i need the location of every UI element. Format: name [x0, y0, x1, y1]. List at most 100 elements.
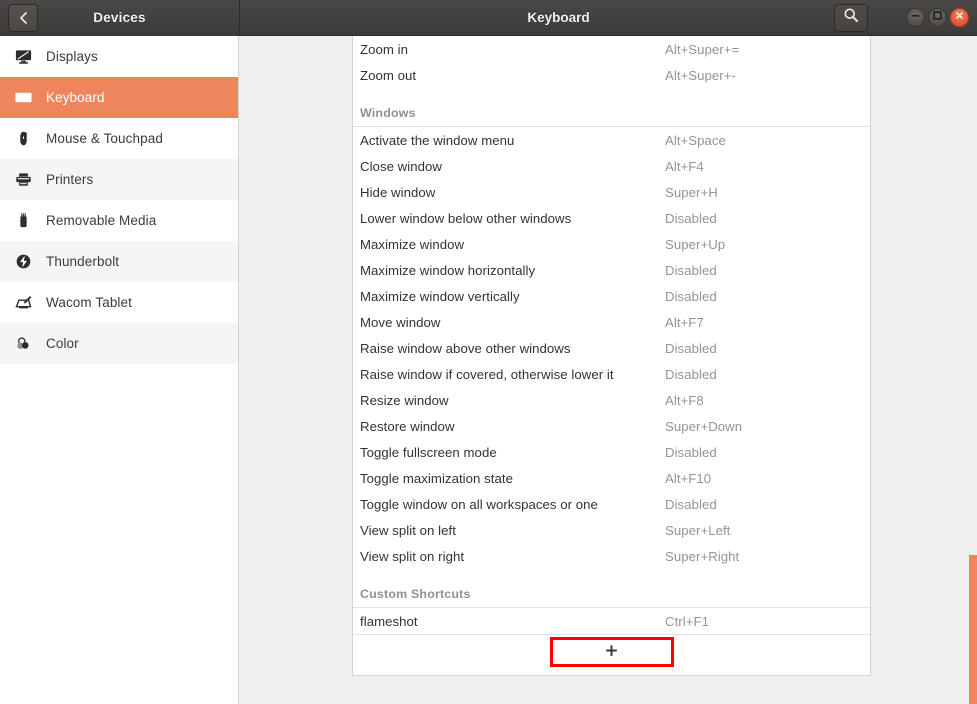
shortcut-row[interactable]: Lower window below other windows Disabled — [353, 205, 870, 231]
keyboard-settings-window: Devices Keyboard Displays Keyboard Mouse… — [0, 0, 977, 704]
sidebar-item-printers[interactable]: Printers — [0, 159, 238, 200]
color-icon — [14, 332, 40, 354]
shortcut-row[interactable]: Toggle fullscreen mode Disabled — [353, 439, 870, 465]
shortcut-name: Close window — [360, 158, 442, 174]
shortcut-accelerator: Disabled — [665, 340, 717, 356]
shortcut-name: Toggle window on all workspaces or one — [360, 496, 598, 512]
shortcut-row[interactable]: Raise window above other windows Disabled — [353, 335, 870, 361]
shortcut-accelerator: Disabled — [665, 262, 717, 278]
shortcut-row[interactable]: Maximize window Super+Up — [353, 231, 870, 257]
minimize-icon — [910, 8, 921, 26]
sidebar-item-thunderbolt[interactable]: Thunderbolt — [0, 241, 238, 282]
shortcut-name: Toggle fullscreen mode — [360, 444, 497, 460]
shortcut-row[interactable]: Maximize window vertically Disabled — [353, 283, 870, 309]
shortcut-name: Resize window — [360, 392, 449, 408]
shortcut-row[interactable]: Move window Alt+F7 — [353, 309, 870, 335]
shortcut-row[interactable]: View split on right Super+Right — [353, 543, 870, 569]
window-titlebar: Devices Keyboard — [0, 0, 977, 36]
sidebar-item-label: Thunderbolt — [46, 253, 120, 269]
shortcut-row[interactable]: Activate the window menu Alt+Space — [353, 127, 870, 153]
shortcut-name: Lower window below other windows — [360, 210, 572, 226]
devices-sidebar: Displays Keyboard Mouse & Touchpad Printers… — [0, 36, 239, 704]
shortcut-row[interactable]: Resize window Alt+F8 — [353, 387, 870, 413]
shortcut-name: Raise window above other windows — [360, 340, 571, 356]
shortcut-accelerator: Alt+F10 — [665, 470, 712, 486]
sidebar-item-wacom-tablet[interactable]: Wacom Tablet — [0, 282, 238, 323]
sidebar-item-label: Printers — [46, 171, 94, 187]
sidebar-item-mouse-touchpad[interactable]: Mouse & Touchpad — [0, 118, 238, 159]
shortcut-accelerator: Disabled — [665, 366, 717, 382]
shortcut-row[interactable]: Zoom in Alt+Super+= — [353, 36, 870, 62]
shortcut-accelerator: Alt+Super+= — [665, 41, 740, 57]
shortcut-accelerator: Super+Down — [665, 418, 743, 434]
search-button[interactable] — [834, 3, 868, 32]
sidebar-item-label: Keyboard — [46, 89, 105, 105]
shortcut-accelerator: Alt+Space — [665, 132, 726, 148]
shortcut-accelerator: Super+Right — [665, 548, 740, 564]
display-icon — [14, 45, 40, 67]
shortcut-row[interactable]: Hide window Super+H — [353, 179, 870, 205]
section-header: Custom Shortcuts — [360, 587, 471, 601]
shortcut-name: Toggle maximization state — [360, 470, 513, 486]
shortcuts-rows: Zoom in Alt+Super+= Zoom out Alt+Super+- Win… — [353, 36, 870, 634]
shortcut-name: Restore window — [360, 418, 455, 434]
shortcut-name: Activate the window menu — [360, 132, 515, 148]
shortcut-accelerator: Disabled — [665, 444, 717, 460]
shortcut-name: View split on right — [360, 548, 465, 564]
chevron-left-icon — [18, 11, 29, 25]
shortcut-name: Move window — [360, 314, 441, 330]
shortcut-row[interactable]: Toggle window on all workspaces or one Di… — [353, 491, 870, 517]
shortcut-accelerator: Disabled — [665, 496, 717, 512]
shortcut-row[interactable]: Raise window if covered, otherwise lower… — [353, 361, 870, 387]
content-area: Zoom in Alt+Super+= Zoom out Alt+Super+- Win… — [239, 36, 977, 704]
shortcut-name: Maximize window — [360, 236, 465, 252]
shortcut-name: Zoom out — [360, 67, 417, 83]
wacom-tablet-icon — [14, 291, 40, 313]
shortcut-accelerator: Alt+Super+- — [665, 67, 736, 83]
add-shortcut-row: + — [353, 635, 870, 669]
minimize-button[interactable] — [906, 7, 925, 27]
sidebar-item-displays[interactable]: Displays — [0, 36, 238, 77]
shortcut-accelerator: Alt+F7 — [665, 314, 704, 330]
titlebar-right-pane: Keyboard — [240, 0, 977, 36]
shortcut-accelerator: Alt+F4 — [665, 158, 704, 174]
shortcut-row[interactable]: flameshot Ctrl+F1 — [353, 608, 870, 634]
shortcut-name: Zoom in — [360, 41, 408, 57]
keyboard-icon — [14, 86, 40, 108]
printer-icon — [14, 168, 40, 190]
close-button[interactable] — [950, 7, 969, 27]
shortcut-name: Maximize window vertically — [360, 288, 520, 304]
sidebar-item-label: Mouse & Touchpad — [46, 130, 163, 146]
thunderbolt-icon — [14, 250, 40, 272]
sidebar-item-color[interactable]: Color — [0, 323, 238, 364]
sidebar-item-label: Displays — [46, 48, 98, 64]
shortcut-name: flameshot — [360, 613, 418, 629]
shortcut-row[interactable]: Close window Alt+F4 — [353, 153, 870, 179]
search-icon — [843, 7, 859, 28]
usb-drive-icon — [14, 209, 40, 231]
shortcut-accelerator: Disabled — [665, 288, 717, 304]
window-controls — [906, 7, 969, 27]
vertical-scrollbar[interactable] — [969, 555, 977, 704]
sidebar-item-removable-media[interactable]: Removable Media — [0, 200, 238, 241]
add-custom-shortcut-button[interactable]: + — [549, 637, 674, 667]
sidebar-item-label: Removable Media — [46, 212, 157, 228]
shortcuts-list-panel: Zoom in Alt+Super+= Zoom out Alt+Super+- Win… — [352, 36, 871, 676]
shortcut-name: View split on left — [360, 522, 456, 538]
shortcut-row[interactable]: Zoom out Alt+Super+- — [353, 62, 870, 88]
plus-icon: + — [604, 641, 619, 661]
mouse-icon — [14, 127, 40, 149]
sidebar-item-keyboard[interactable]: Keyboard — [0, 77, 238, 118]
shortcut-name: Raise window if covered, otherwise lower… — [360, 366, 614, 382]
shortcut-row[interactable]: Restore window Super+Down — [353, 413, 870, 439]
maximize-button[interactable] — [928, 7, 947, 27]
back-button[interactable] — [8, 3, 38, 32]
shortcut-accelerator: Alt+F8 — [665, 392, 704, 408]
shortcut-row[interactable]: Maximize window horizontally Disabled — [353, 257, 870, 283]
section-header: Windows — [360, 106, 416, 120]
close-icon — [954, 8, 965, 26]
shortcut-accelerator: Super+Up — [665, 236, 726, 252]
shortcut-accelerator: Super+H — [665, 184, 718, 200]
shortcut-row[interactable]: View split on left Super+Left — [353, 517, 870, 543]
shortcut-row[interactable]: Toggle maximization state Alt+F10 — [353, 465, 870, 491]
